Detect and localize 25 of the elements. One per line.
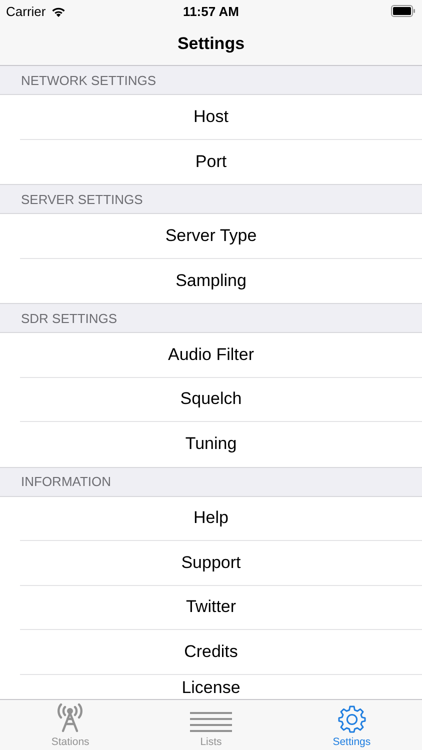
carrier-label: Carrier <box>6 4 46 18</box>
section-header: INFORMATION <box>21 474 112 489</box>
section-header: NETWORK SETTINGS <box>21 72 156 88</box>
settings-row[interactable]: Sampling <box>20 258 422 303</box>
settings-row[interactable]: Host <box>20 95 422 140</box>
settings-row[interactable]: Credits <box>20 630 422 674</box>
settings-row[interactable]: Support <box>20 541 422 586</box>
battery-icon <box>391 5 416 17</box>
nav-title: Settings <box>177 34 245 54</box>
settings-row[interactable]: Squelch <box>20 378 422 422</box>
settings-row[interactable]: Port <box>20 140 422 184</box>
list-lines-icon <box>189 711 233 733</box>
settings-row[interactable]: Twitter <box>20 586 422 630</box>
settings-row[interactable]: Audio Filter <box>20 333 422 378</box>
radio-tower-icon <box>56 703 84 733</box>
settings-row[interactable]: Help <box>20 496 422 541</box>
settings-row[interactable]: Tuning <box>20 422 422 466</box>
section-header: SERVER SETTINGS <box>21 192 143 206</box>
settings-row[interactable]: License <box>20 674 422 699</box>
settings-icon <box>338 705 366 733</box>
status-time: 11:57 AM <box>183 4 239 18</box>
settings-row[interactable]: Server Type <box>20 214 422 258</box>
tab-item[interactable]: Settings <box>281 700 422 750</box>
wifi-icon <box>50 6 66 16</box>
section-header: SDR SETTINGS <box>21 310 118 326</box>
